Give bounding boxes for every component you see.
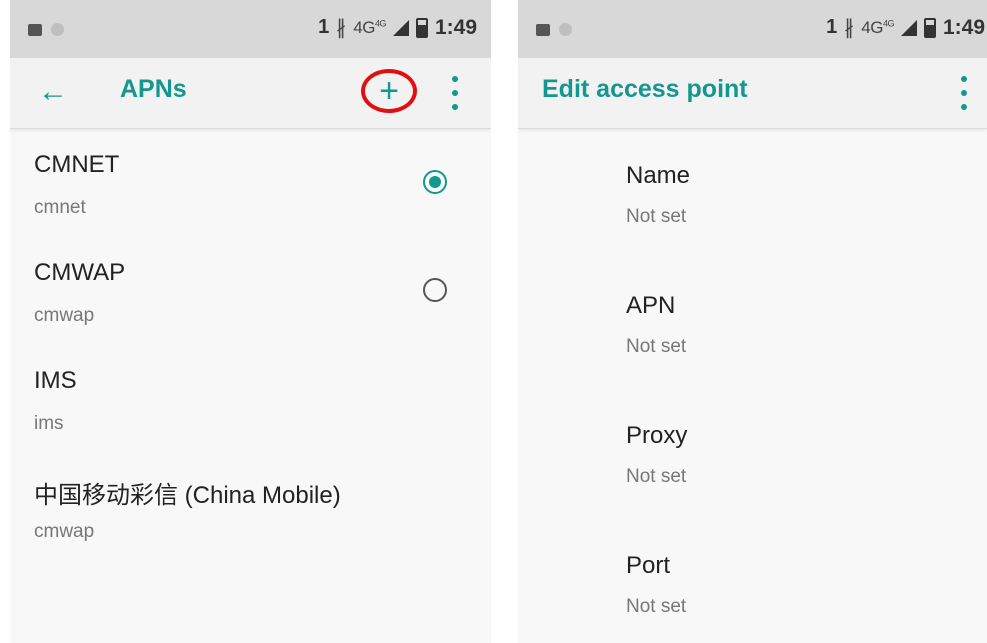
status-bar: 1 ∦ 4G4G 1:49 bbox=[518, 0, 987, 58]
network-type: 4G4G bbox=[861, 17, 894, 37]
apns-screen: 1 ∦ 4G4G 1:49 ← APNs + CMNET cmnet CMWAP… bbox=[10, 0, 491, 643]
apn-name: 中国移动彩信 (China Mobile) bbox=[34, 482, 341, 509]
apn-item-ims[interactable]: IMS ims bbox=[10, 345, 491, 453]
apn-value: cmnet bbox=[34, 197, 86, 218]
apn-settings-list: Name Not set APN Not set Proxy Not set P… bbox=[518, 129, 987, 643]
clock: 1:49 bbox=[434, 15, 477, 39]
image-notification-icon bbox=[28, 24, 42, 36]
apn-item-cmnet[interactable]: CMNET cmnet bbox=[10, 129, 491, 237]
apn-item-cmwap[interactable]: CMWAP cmwap bbox=[10, 237, 491, 345]
clock: 1:49 bbox=[942, 15, 985, 39]
battery-icon bbox=[415, 17, 428, 38]
status-bar: 1 ∦ 4G4G 1:49 bbox=[10, 0, 491, 58]
circle-notification-icon bbox=[559, 23, 572, 36]
sim-slot-indicator: 1 bbox=[826, 16, 838, 38]
network-type: 4G4G bbox=[353, 17, 386, 37]
more-vert-icon[interactable] bbox=[450, 76, 460, 110]
app-bar: Edit access point bbox=[518, 58, 987, 129]
sim-slot-indicator: 1 bbox=[318, 16, 330, 38]
plus-icon: + bbox=[379, 72, 399, 110]
field-label: APN bbox=[626, 292, 676, 319]
radio-unselected-icon[interactable] bbox=[423, 278, 447, 302]
page-title: APNs bbox=[120, 75, 187, 103]
apn-name: CMWAP bbox=[34, 259, 126, 286]
field-value: Not set bbox=[626, 336, 687, 357]
apn-name: CMNET bbox=[34, 151, 120, 178]
app-bar: ← APNs + bbox=[10, 58, 491, 129]
page-title: Edit access point bbox=[542, 75, 748, 103]
apn-name: IMS bbox=[34, 367, 77, 394]
status-right-group: 1 ∦ 4G4G 1:49 bbox=[318, 15, 477, 40]
field-label: Proxy bbox=[626, 422, 688, 449]
apn-item-china-mobile[interactable]: 中国移动彩信 (China Mobile) cmwap bbox=[10, 453, 491, 583]
field-port[interactable]: Port Not set bbox=[518, 519, 987, 643]
signal-icon bbox=[392, 19, 409, 36]
radio-selected-icon[interactable] bbox=[423, 170, 447, 194]
back-arrow-icon[interactable]: ← bbox=[38, 74, 68, 110]
add-apn-button[interactable]: + bbox=[361, 69, 417, 113]
field-proxy[interactable]: Proxy Not set bbox=[518, 389, 987, 519]
circle-notification-icon bbox=[51, 23, 64, 36]
field-value: Not set bbox=[626, 466, 687, 487]
signal-icon bbox=[900, 19, 917, 36]
bluetooth-icon: ∦ bbox=[336, 17, 347, 39]
field-name[interactable]: Name Not set bbox=[518, 129, 987, 259]
bluetooth-icon: ∦ bbox=[844, 17, 855, 39]
field-value: Not set bbox=[626, 596, 687, 617]
edit-access-point-screen: 1 ∦ 4G4G 1:49 Edit access point Name Not… bbox=[518, 0, 987, 643]
apn-value: ims bbox=[34, 413, 64, 434]
field-label: Name bbox=[626, 162, 691, 189]
apn-list: CMNET cmnet CMWAP cmwap IMS ims 中国移动彩信 (… bbox=[10, 129, 491, 583]
apn-value: cmwap bbox=[34, 305, 95, 326]
field-apn[interactable]: APN Not set bbox=[518, 259, 987, 389]
more-vert-icon[interactable] bbox=[959, 76, 969, 110]
battery-icon bbox=[923, 17, 936, 38]
field-label: Port bbox=[626, 552, 671, 579]
status-right-group: 1 ∦ 4G4G 1:49 bbox=[826, 15, 985, 40]
image-notification-icon bbox=[536, 24, 550, 36]
field-value: Not set bbox=[626, 206, 687, 227]
apn-value: cmwap bbox=[34, 521, 95, 542]
